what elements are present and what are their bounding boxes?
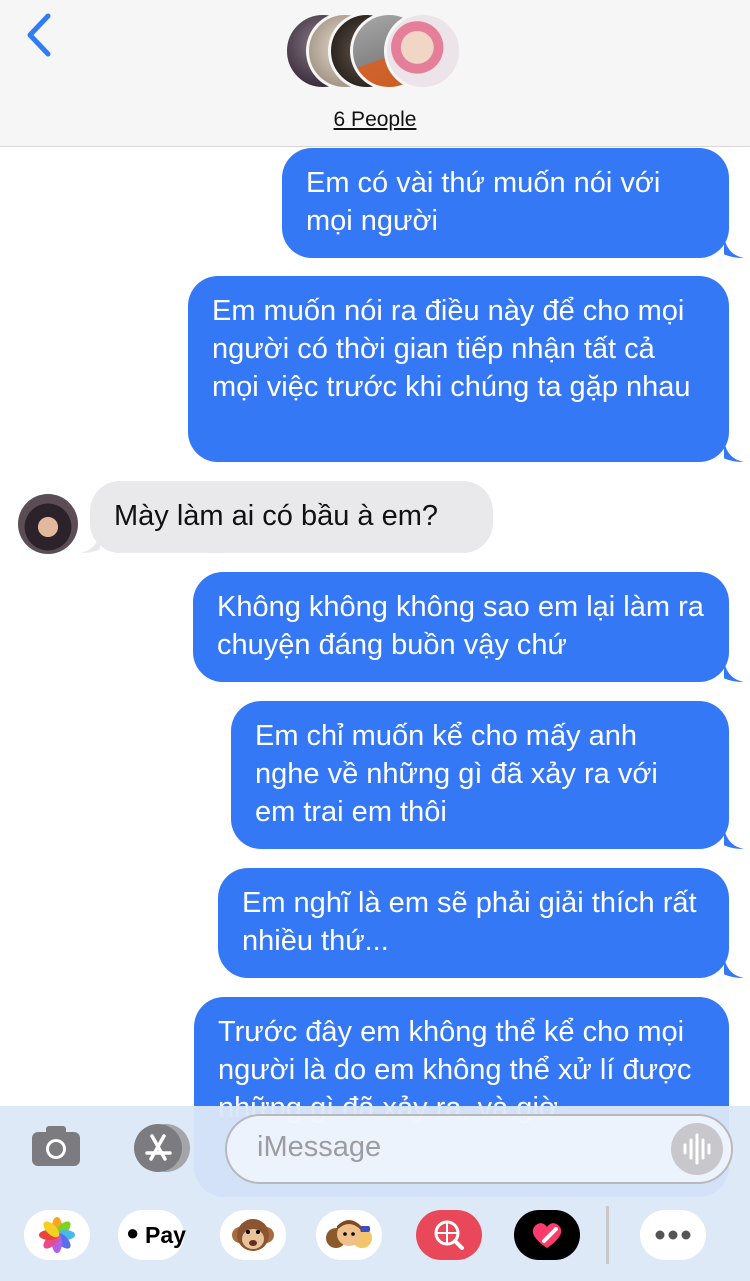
message-bubble[interactable]: Mày làm ai có bầu à em? [90,481,493,553]
avatar [384,12,462,90]
bubble-tail [724,440,744,462]
input-placeholder: iMessage [257,1131,382,1163]
apple-pay-label: Pay [145,1222,186,1248]
conversation-header: 6 People [0,0,750,147]
bubble-tail [724,236,744,258]
imessage-input[interactable]: iMessage [225,1114,733,1184]
back-chevron-icon[interactable] [22,12,62,58]
memoji-stickers-icon [326,1220,372,1248]
app-store-icon[interactable] [126,1122,192,1174]
search-images-button[interactable] [416,1210,482,1260]
bubble-tail [724,660,744,682]
audio-waveform-icon[interactable] [671,1123,723,1175]
apple-pay-button[interactable]: ● Pay [118,1210,186,1260]
more-apps-button[interactable] [640,1210,706,1260]
message-bubble[interactable]: Em muốn nói ra điều này để cho mọi người… [188,276,729,462]
bubble-tail [724,956,744,978]
animoji-button[interactable] [220,1210,286,1260]
camera-icon[interactable] [30,1124,82,1168]
monkey-animoji-icon [232,1219,274,1251]
heart-touch-icon [532,1223,562,1248]
app-drawer-divider [606,1206,609,1264]
memoji-button[interactable] [316,1210,382,1260]
participants-count-link[interactable]: 6 People [0,108,750,132]
message-bubble[interactable]: Không không không sao em lại làm ra chuy… [193,572,729,682]
bubble-tail [80,531,100,553]
photos-icon [39,1217,75,1253]
globe-search-icon [416,1210,482,1260]
group-avatars[interactable] [284,12,474,96]
more-dots-icon [655,1230,691,1240]
digital-touch-button[interactable] [514,1210,580,1260]
message-bubble[interactable]: Em có vài thứ muốn nói với mọi người [282,148,729,258]
message-bubble[interactable]: Em nghĩ là em sẽ phải giải thích rất nhi… [218,868,729,978]
apple-logo-icon: ● [126,1220,140,1245]
photos-app-button[interactable] [24,1210,90,1260]
message-bubble[interactable]: Em chỉ muốn kể cho mấy anh nghe về những… [231,701,729,849]
sender-avatar[interactable] [18,494,78,554]
app-drawer: ● Pay [0,1196,750,1276]
bubble-tail [724,827,744,849]
